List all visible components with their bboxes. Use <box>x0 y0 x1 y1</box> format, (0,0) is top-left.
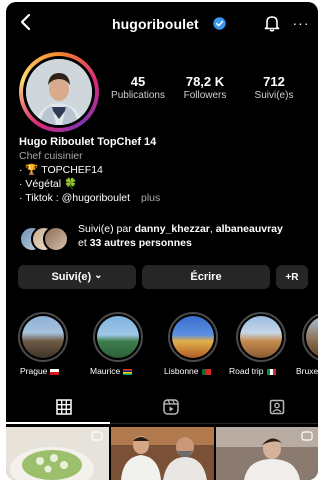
clover-emoji: 🍀 <box>63 178 78 190</box>
followers-count[interactable]: 78,2 K <box>165 74 245 89</box>
highlight-label-bruxelles: Bruxell <box>296 366 318 376</box>
followers-label[interactable]: Followers <box>165 90 245 101</box>
reels-icon[interactable] <box>162 398 180 416</box>
following-button[interactable]: Suivi(e) ⌄ <box>18 265 136 289</box>
followed-by-avatars[interactable] <box>19 226 69 252</box>
tiktok-handle: Tiktok : @hugoriboulet <box>25 192 131 204</box>
verified-badge-icon <box>213 17 226 30</box>
trophy-emoji: 🏆 <box>25 164 39 176</box>
following-count[interactable]: 712 <box>234 74 314 89</box>
post-thumbnail[interactable] <box>6 427 109 480</box>
bio-line-1: · 🏆 TOPCHEF14 <box>19 164 103 176</box>
czech-flag-icon <box>50 368 60 375</box>
following-label[interactable]: Suivi(e)s <box>234 90 314 101</box>
mauritius-flag-icon <box>123 368 133 375</box>
profile-username: hugoriboulet <box>112 16 199 32</box>
highlight-maurice[interactable] <box>93 312 143 362</box>
italy-flag-icon <box>266 368 276 375</box>
bell-icon[interactable] <box>263 14 281 32</box>
more-options-icon[interactable]: ··· <box>291 14 311 32</box>
highlight-label-maurice: Maurice <box>90 366 133 376</box>
portugal-flag-icon <box>201 368 211 375</box>
highlight-prague[interactable] <box>18 312 68 362</box>
highlight-bruxelles[interactable] <box>302 312 318 362</box>
post-thumbnail[interactable] <box>216 427 318 480</box>
bio-more-link[interactable]: plus <box>141 192 160 204</box>
active-tab-indicator <box>6 422 110 424</box>
highlight-label-lisbonne: Lisbonne <box>164 366 211 376</box>
tagged-icon[interactable] <box>268 398 286 416</box>
avatar[interactable] <box>26 59 92 125</box>
add-user-icon: +R <box>285 271 299 283</box>
grid-icon[interactable] <box>55 398 73 416</box>
post-thumbnail[interactable] <box>111 427 214 480</box>
back-arrow-icon[interactable] <box>16 12 36 32</box>
bio-category: Chef cuisinier <box>19 150 83 162</box>
highlight-lisbonne[interactable] <box>168 312 218 362</box>
avatar <box>43 226 69 252</box>
full-name: Hugo Riboulet TopChef 14 <box>19 136 157 148</box>
profile-screen: hugoriboulet ··· 45 Publications 78,2 K … <box>6 2 318 480</box>
bio-line-3: · Tiktok : @hugoriboulet plus <box>19 192 161 204</box>
highlight-label-prague: Prague <box>20 366 60 376</box>
chevron-down-icon: ⌄ <box>94 269 103 281</box>
bio-line-2: · Végétal 🍀 <box>19 178 78 190</box>
highlight-road-trip[interactable] <box>236 312 286 362</box>
highlight-label-road-trip: Road trip <box>229 366 276 376</box>
followed-by-text[interactable]: Suivi(e) par danny_khezzar, albaneauvray… <box>78 222 314 250</box>
message-button[interactable]: Écrire <box>142 265 270 289</box>
add-user-button[interactable]: +R <box>276 265 308 289</box>
